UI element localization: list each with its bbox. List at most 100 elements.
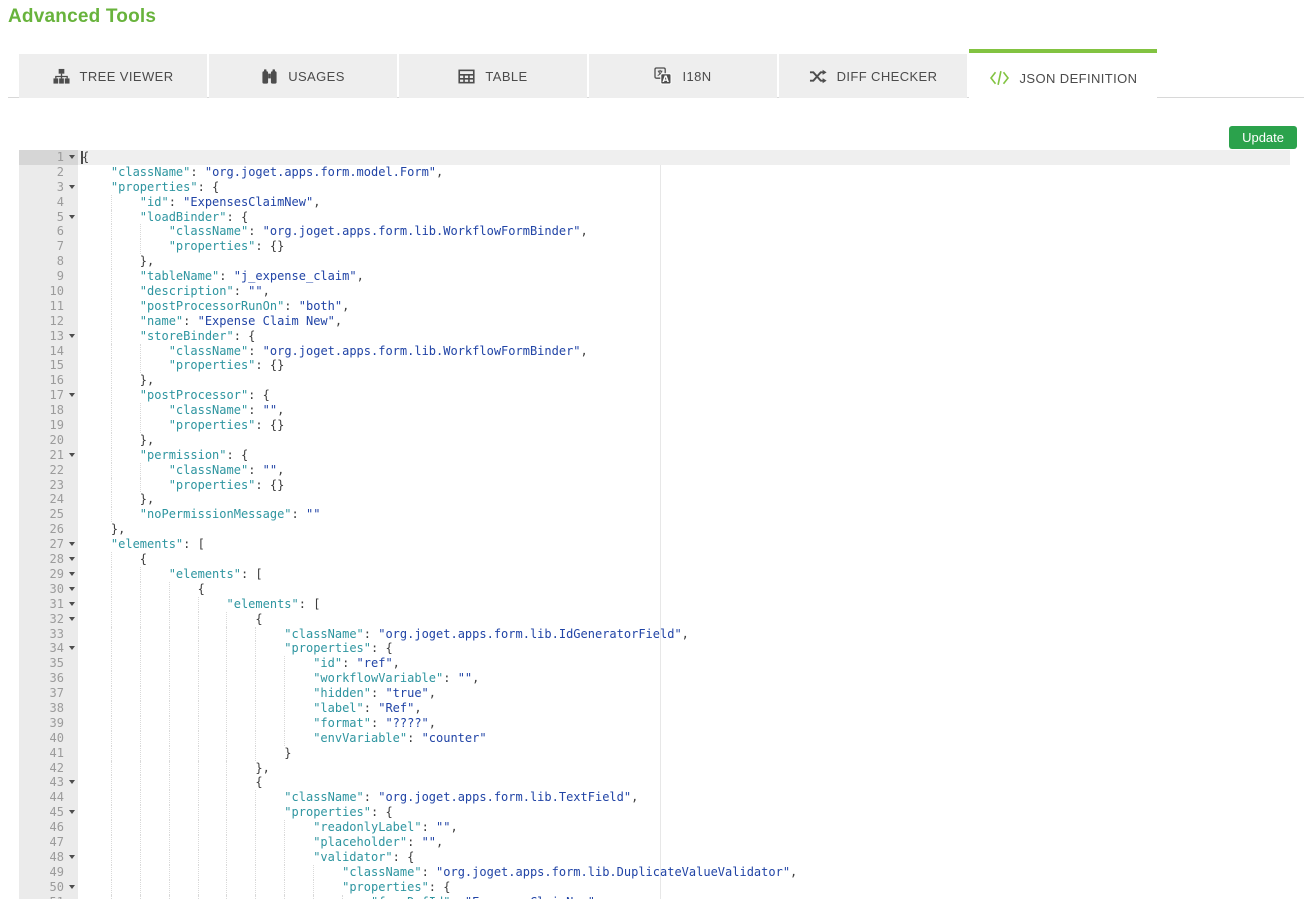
gutter-line-number[interactable]: 31 [19, 597, 78, 612]
code-line-text[interactable]: "tableName": "j_expense_claim", [78, 269, 1290, 284]
code-line-text[interactable]: }, [78, 492, 1290, 507]
fold-arrow-icon[interactable] [69, 885, 75, 889]
gutter-line-number[interactable]: 49 [19, 865, 78, 880]
code-line-text[interactable]: "hidden": "true", [78, 686, 1290, 701]
code-line-text[interactable]: "className": "org.joget.apps.form.lib.Wo… [78, 224, 1290, 239]
gutter-line-number[interactable]: 16 [19, 373, 78, 388]
gutter-line-number[interactable]: 44 [19, 790, 78, 805]
code-line-text[interactable]: "className": "org.joget.apps.form.lib.Id… [78, 627, 1290, 642]
fold-arrow-icon[interactable] [69, 587, 75, 591]
gutter-line-number[interactable]: 20 [19, 433, 78, 448]
code-line-text[interactable]: "elements": [ [78, 597, 1290, 612]
gutter-line-number[interactable]: 6 [19, 224, 78, 239]
code-line-text[interactable]: "properties": { [78, 180, 1290, 195]
gutter-line-number[interactable]: 28 [19, 552, 78, 567]
gutter-line-number[interactable]: 9 [19, 269, 78, 284]
tab-i18n[interactable]: AI18N [589, 54, 777, 98]
code-line-text[interactable]: "noPermissionMessage": "" [78, 507, 1290, 522]
fold-arrow-icon[interactable] [69, 572, 75, 576]
gutter-line-number[interactable]: 25 [19, 507, 78, 522]
gutter-line-number[interactable]: 39 [19, 716, 78, 731]
gutter-line-number[interactable]: 46 [19, 820, 78, 835]
code-line-text[interactable]: "envVariable": "counter" [78, 731, 1290, 746]
fold-arrow-icon[interactable] [69, 215, 75, 219]
fold-arrow-icon[interactable] [69, 602, 75, 606]
code-line-text[interactable]: "className": "", [78, 463, 1290, 478]
fold-arrow-icon[interactable] [69, 155, 75, 159]
code-line-text[interactable]: { [78, 612, 1290, 627]
gutter-line-number[interactable]: 12 [19, 314, 78, 329]
code-line-text[interactable]: "name": "Expense Claim New", [78, 314, 1290, 329]
code-line-text[interactable]: "description": "", [78, 284, 1290, 299]
gutter-line-number[interactable]: 5 [19, 210, 78, 225]
gutter-line-number[interactable]: 45 [19, 805, 78, 820]
tab-tree-viewer[interactable]: TREE VIEWER [19, 54, 207, 98]
fold-arrow-icon[interactable] [69, 185, 75, 189]
gutter-line-number[interactable]: 13 [19, 329, 78, 344]
code-line-text[interactable]: "label": "Ref", [78, 701, 1290, 716]
code-line-text[interactable]: "className": "org.joget.apps.form.lib.Te… [78, 790, 1290, 805]
code-line-text[interactable]: "properties": { [78, 805, 1290, 820]
code-line-text[interactable]: }, [78, 761, 1290, 776]
code-line-text[interactable]: { [78, 150, 1290, 165]
code-line-text[interactable]: "className": "org.joget.apps.form.lib.Du… [78, 865, 1290, 880]
gutter-line-number[interactable]: 34 [19, 641, 78, 656]
json-definition-editor[interactable]: 1{2 "className": "org.joget.apps.form.mo… [19, 150, 1290, 899]
code-line-text[interactable]: "properties": {} [78, 418, 1290, 433]
update-button[interactable]: Update [1229, 126, 1297, 149]
code-line-text[interactable]: "validator": { [78, 850, 1290, 865]
gutter-line-number[interactable]: 37 [19, 686, 78, 701]
gutter-line-number[interactable]: 19 [19, 418, 78, 433]
code-line-text[interactable]: "permission": { [78, 448, 1290, 463]
code-line-text[interactable]: "elements": [ [78, 537, 1290, 552]
gutter-line-number[interactable]: 15 [19, 358, 78, 373]
gutter-line-number[interactable]: 8 [19, 254, 78, 269]
code-line-text[interactable]: { [78, 775, 1290, 790]
code-line-text[interactable]: "properties": { [78, 641, 1290, 656]
gutter-line-number[interactable]: 24 [19, 492, 78, 507]
fold-arrow-icon[interactable] [69, 810, 75, 814]
gutter-line-number[interactable]: 33 [19, 627, 78, 642]
fold-arrow-icon[interactable] [69, 780, 75, 784]
code-line-text[interactable]: "id": "ref", [78, 656, 1290, 671]
fold-arrow-icon[interactable] [69, 855, 75, 859]
code-line-text[interactable]: "postProcessorRunOn": "both", [78, 299, 1290, 314]
gutter-line-number[interactable]: 36 [19, 671, 78, 686]
code-line-text[interactable]: "properties": {} [78, 358, 1290, 373]
gutter-line-number[interactable]: 38 [19, 701, 78, 716]
fold-arrow-icon[interactable] [69, 557, 75, 561]
code-line-text[interactable]: { [78, 582, 1290, 597]
fold-arrow-icon[interactable] [69, 617, 75, 621]
gutter-line-number[interactable]: 3 [19, 180, 78, 195]
code-line-text[interactable]: "className": "org.joget.apps.form.lib.Wo… [78, 344, 1290, 359]
fold-arrow-icon[interactable] [69, 453, 75, 457]
tab-diff-checker[interactable]: DIFF CHECKER [779, 54, 967, 98]
tab-table[interactable]: TABLE [399, 54, 587, 98]
code-line-text[interactable]: }, [78, 373, 1290, 388]
code-line-text[interactable]: "elements": [ [78, 567, 1290, 582]
gutter-line-number[interactable]: 40 [19, 731, 78, 746]
gutter-line-number[interactable]: 27 [19, 537, 78, 552]
code-line-text[interactable]: "format": "????", [78, 716, 1290, 731]
code-line-text[interactable]: "id": "ExpensesClaimNew", [78, 195, 1290, 210]
gutter-line-number[interactable]: 10 [19, 284, 78, 299]
code-line-text[interactable]: "properties": {} [78, 478, 1290, 493]
fold-arrow-icon[interactable] [69, 334, 75, 338]
gutter-line-number[interactable]: 2 [19, 165, 78, 180]
code-line-text[interactable]: "readonlyLabel": "", [78, 820, 1290, 835]
gutter-line-number[interactable]: 14 [19, 344, 78, 359]
code-line-text[interactable]: }, [78, 522, 1290, 537]
gutter-line-number[interactable]: 11 [19, 299, 78, 314]
code-line-text[interactable]: }, [78, 433, 1290, 448]
gutter-line-number[interactable]: 42 [19, 761, 78, 776]
fold-arrow-icon[interactable] [69, 393, 75, 397]
gutter-line-number[interactable]: 35 [19, 656, 78, 671]
gutter-line-number[interactable]: 22 [19, 463, 78, 478]
gutter-line-number[interactable]: 43 [19, 775, 78, 790]
gutter-line-number[interactable]: 1 [19, 150, 78, 165]
code-line-text[interactable]: "workflowVariable": "", [78, 671, 1290, 686]
gutter-line-number[interactable]: 7 [19, 239, 78, 254]
gutter-line-number[interactable]: 32 [19, 612, 78, 627]
gutter-line-number[interactable]: 30 [19, 582, 78, 597]
gutter-line-number[interactable]: 50 [19, 880, 78, 895]
